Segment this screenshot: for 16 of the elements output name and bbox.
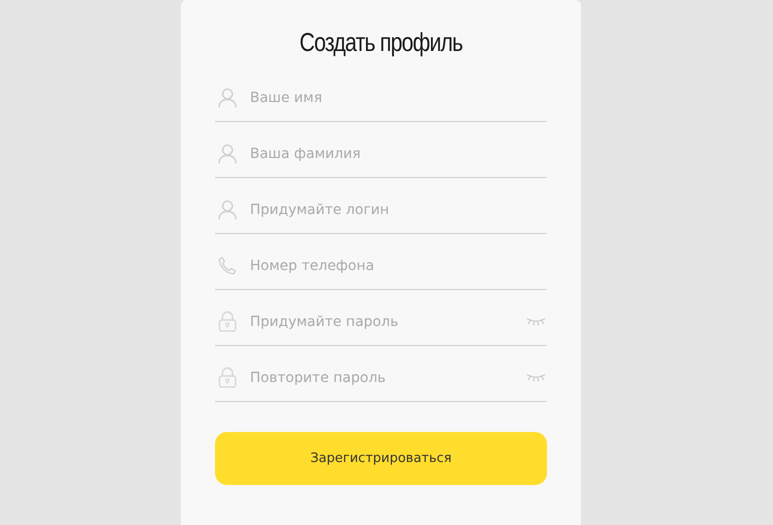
- input-field[interactable]: Повторите пароль: [250, 370, 513, 386]
- input-field[interactable]: Номер телефона: [250, 258, 546, 274]
- phone-icon: [218, 256, 237, 275]
- closed-eye-icon[interactable]: [526, 317, 546, 326]
- register-button[interactable]: Зарегистрироваться: [215, 432, 547, 485]
- person-icon: [218, 144, 237, 164]
- input-field[interactable]: Придумайте пароль: [250, 314, 513, 330]
- person-icon: [218, 88, 237, 108]
- input-field[interactable]: Ваша фамилия: [250, 146, 546, 162]
- person-icon: [218, 200, 237, 220]
- input-field[interactable]: Придумайте логин: [250, 202, 546, 218]
- lock-icon: [218, 367, 237, 388]
- input-field[interactable]: Ваше имя: [250, 90, 546, 106]
- form-title: Создать профиль: [298, 27, 464, 58]
- lock-icon: [218, 311, 237, 332]
- closed-eye-icon[interactable]: [526, 373, 546, 382]
